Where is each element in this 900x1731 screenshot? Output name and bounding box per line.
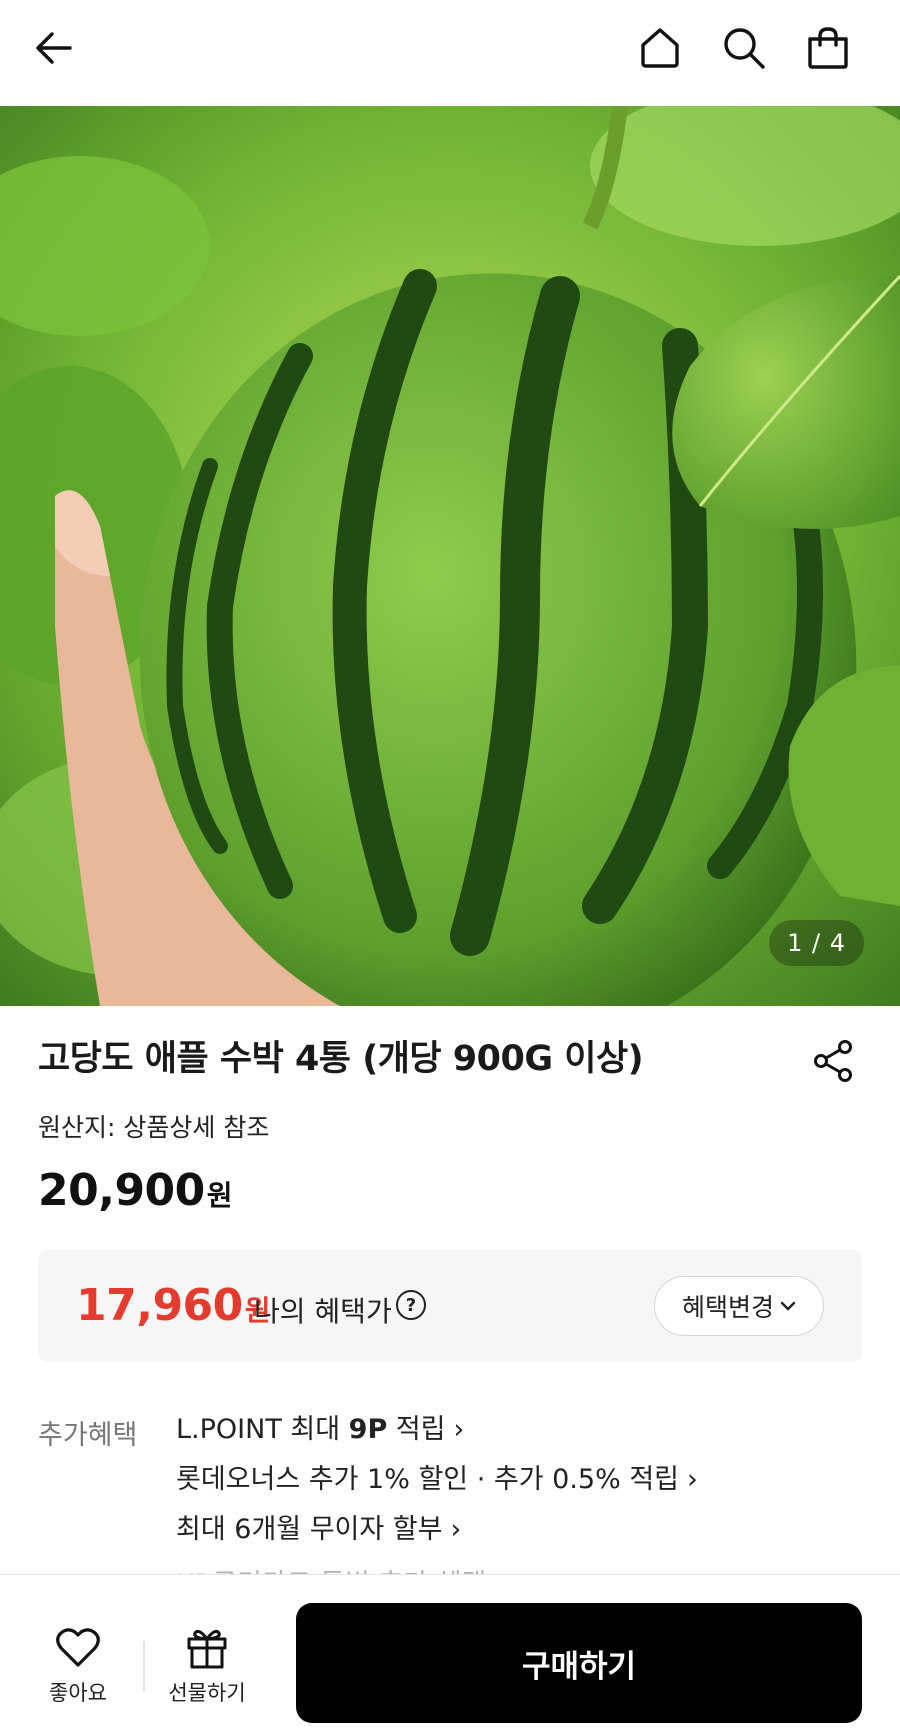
like-button[interactable]: 좋아요 xyxy=(28,1625,128,1707)
extra-benefit-bold: 9P xyxy=(348,1414,388,1445)
top-bar xyxy=(0,0,900,106)
benefit-label: 나의 혜택가 xyxy=(254,1295,392,1328)
benefit-change-button[interactable]: 혜택변경 xyxy=(654,1276,824,1336)
watermelon-photo xyxy=(0,106,900,1006)
buy-button[interactable]: 구매하기 xyxy=(296,1603,862,1723)
price-value: 20,900 xyxy=(38,1165,205,1216)
gallery-pager: 1 / 4 xyxy=(769,920,864,966)
share-icon[interactable] xyxy=(808,1035,860,1087)
extra-benefit-installment[interactable]: 최대 6개월 무이자 할부 › xyxy=(176,1513,698,1563)
chevron-right-icon: › xyxy=(687,1464,698,1495)
bottom-action-bar: 좋아요 선물하기 구매하기 xyxy=(0,1574,900,1731)
price-unit: 원 xyxy=(206,1179,233,1212)
product-title: 고당도 애플 수박 4통 (개당 900G 이상) xyxy=(38,1039,644,1079)
product-price: 20,900원 xyxy=(38,1165,233,1216)
help-icon[interactable]: ? xyxy=(396,1290,426,1320)
benefit-price-box: 17,960원 나의 혜택가 ? 혜택변경 xyxy=(38,1250,862,1362)
gift-label: 선물하기 xyxy=(168,1681,246,1705)
gift-icon xyxy=(157,1625,257,1671)
benefit-price: 17,960원 xyxy=(76,1280,271,1331)
chevron-down-icon xyxy=(780,1296,796,1317)
product-image-gallery[interactable]: 1 / 4 xyxy=(0,106,900,1006)
arrow-left-icon[interactable] xyxy=(28,22,80,74)
gift-button[interactable]: 선물하기 xyxy=(157,1625,257,1707)
heart-icon xyxy=(28,1625,128,1671)
product-origin: 원산지: 상품상세 참조 xyxy=(38,1113,270,1142)
extra-benefit-text: L.POINT 최대 xyxy=(176,1414,349,1445)
extra-benefit-lotte-owners[interactable]: 롯데오너스 추가 1% 할인 · 추가 0.5% 적립 › xyxy=(176,1463,698,1513)
extra-benefits-list: L.POINT 최대 9P 적립 › 롯데오너스 추가 1% 할인 · 추가 0.… xyxy=(176,1413,698,1563)
benefit-price-value: 17,960 xyxy=(76,1280,243,1331)
chevron-right-icon: › xyxy=(450,1514,462,1545)
bottom-bar-divider xyxy=(143,1641,145,1691)
extra-benefit-lpoint[interactable]: L.POINT 최대 9P 적립 › xyxy=(176,1413,698,1463)
search-icon[interactable] xyxy=(718,22,770,74)
extra-benefit-suffix: 적립 xyxy=(387,1414,446,1445)
like-label: 좋아요 xyxy=(49,1681,107,1705)
chevron-right-icon: › xyxy=(453,1414,465,1445)
benefit-change-label: 혜택변경 xyxy=(681,1293,774,1322)
shopping-bag-icon[interactable] xyxy=(802,22,854,74)
extra-benefit-cut-off: KB국민카드 특별 추가 혜택 xyxy=(176,1562,486,1574)
extra-benefit-text: 롯데오너스 추가 1% 할인 · 추가 0.5% 적립 xyxy=(176,1464,680,1495)
extra-benefit-text: 최대 6개월 무이자 할부 xyxy=(176,1514,443,1545)
extra-benefits-label: 추가혜택 xyxy=(38,1420,138,1451)
home-icon[interactable] xyxy=(634,22,686,74)
